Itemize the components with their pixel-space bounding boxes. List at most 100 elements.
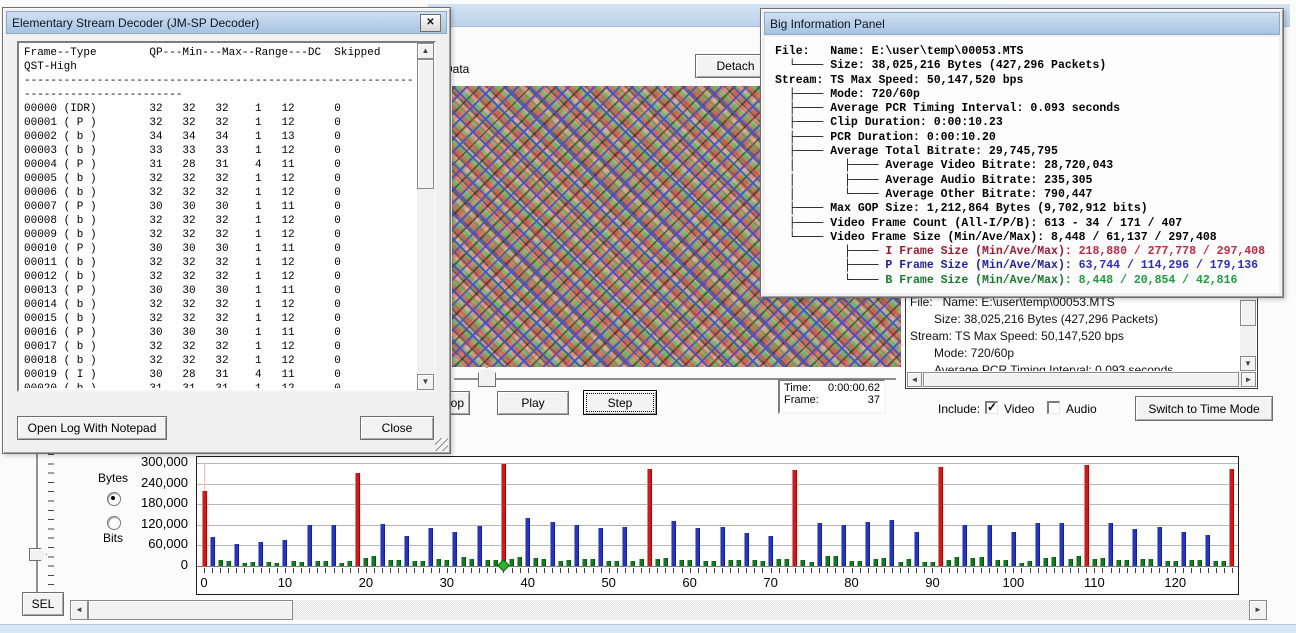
- log-line: ------------------------: [24, 89, 183, 101]
- vslider-track[interactable]: [36, 452, 39, 592]
- x-axis-tick: [916, 568, 918, 573]
- scroll-right-button[interactable]: ►: [1241, 372, 1256, 387]
- stream-info-box[interactable]: File: Name: E:\user\temp\00053.MTS Size: …: [905, 290, 1258, 389]
- scroll-left-button[interactable]: ◄: [907, 372, 922, 387]
- x-axis-tick: [1070, 568, 1072, 573]
- frame-label: Frame:: [784, 394, 819, 406]
- vertical-zoom-slider[interactable]: [24, 450, 58, 594]
- x-axis-tick: [778, 568, 780, 573]
- left-arrow-icon: ◄: [75, 605, 83, 614]
- chart-bar-i-frame: [1083, 464, 1089, 566]
- info-line: ├──── Video Frame Count (All-I/P/B): 613…: [775, 216, 1183, 230]
- chart-bar-p-frame: [719, 526, 725, 566]
- log-line: ----------------------------------------…: [24, 75, 414, 87]
- chart-scroll-right-button[interactable]: ►: [1249, 600, 1267, 620]
- x-axis-tick: [843, 568, 845, 573]
- log-line: 00008 ( b ) 32 32 32 1 12 0: [24, 215, 341, 227]
- chart-gridline: [197, 463, 1238, 464]
- include-audio-checkbox[interactable]: [1047, 401, 1060, 414]
- x-axis-tick: [956, 568, 958, 573]
- big-information-panel-titlebar[interactable]: Big Information Panel: [764, 12, 1280, 35]
- x-axis-tick: [373, 568, 375, 573]
- log-line: 00018 ( b ) 32 32 32 1 12 0: [24, 355, 341, 367]
- chart-hscroll-thumb[interactable]: [88, 600, 293, 620]
- include-label: Include:: [938, 402, 981, 416]
- info-line: Stream: TS Max Speed: 50,147,520 bps: [775, 73, 1024, 87]
- chart-bar-b-frame: [776, 559, 782, 566]
- switch-to-time-mode-button[interactable]: Switch to Time Mode: [1135, 396, 1273, 421]
- chart-bar-p-frame: [1180, 531, 1186, 566]
- x-axis-label: 30: [439, 575, 455, 590]
- chart-bar-b-frame: [1221, 560, 1227, 566]
- x-axis-label: 20: [358, 575, 374, 590]
- play-button[interactable]: Play: [497, 391, 569, 415]
- decoder-window-titlebar[interactable]: Elementary Stream Decoder (JM-SP Decoder…: [6, 11, 447, 34]
- stream-info-vscrollbar[interactable]: ▼: [1240, 292, 1256, 371]
- down-arrow-icon: ▼: [421, 377, 430, 386]
- x-axis-tick: [1159, 568, 1161, 573]
- x-axis-tick: [883, 568, 885, 573]
- chart-bar-b-frame: [1043, 557, 1049, 566]
- log-line: 00003 ( b ) 33 33 33 1 12 0: [24, 145, 341, 157]
- chart-plot[interactable]: 0 10 20 30 40 50 60 70 80 90 100 110 120: [196, 456, 1239, 595]
- scroll-up-button[interactable]: ▲: [417, 43, 434, 59]
- chart-bar-p-frame: [695, 528, 701, 566]
- current-frame-marker[interactable]: [497, 559, 510, 572]
- scroll-down-button[interactable]: ▼: [417, 374, 434, 390]
- x-axis-tick: [276, 568, 278, 573]
- seek-slider-thumb[interactable]: [478, 367, 496, 387]
- x-axis-label: 40: [520, 575, 535, 590]
- time-value: 0:00:00.62: [828, 382, 880, 394]
- step-button[interactable]: Step: [583, 390, 657, 415]
- include-video-checkbox[interactable]: ✓: [985, 401, 998, 414]
- x-axis-tick: [746, 568, 748, 573]
- resize-grip[interactable]: [435, 438, 448, 451]
- chart-bar-b-frame: [1075, 556, 1081, 566]
- chart-bar-i-frame: [1229, 468, 1235, 566]
- chart-bar-p-frame: [1010, 531, 1016, 566]
- y-axis-label: 240,000: [141, 474, 188, 490]
- chart-bar-b-frame: [662, 558, 668, 566]
- vscroll-thumb[interactable]: [1240, 300, 1256, 326]
- chart-bar-b-frame: [1091, 559, 1097, 566]
- decoder-log-vscroll-thumb[interactable]: [417, 59, 434, 189]
- x-axis-tick: [738, 568, 740, 573]
- stream-info-line: Stream: TS Max Speed: 50,147,520 bps: [910, 329, 1124, 343]
- stream-info-line: Size: 38,025,216 Bytes (427,296 Packets): [934, 312, 1159, 326]
- x-axis-tick: [665, 568, 667, 573]
- x-axis-tick: [357, 568, 359, 573]
- chart-bar-b-frame: [808, 562, 814, 566]
- chart-bar-p-frame: [306, 524, 312, 566]
- decoder-log-vscrollbar[interactable]: ▲ ▼: [417, 43, 434, 390]
- chart-bar-p-frame: [1108, 523, 1114, 566]
- chart-hscrollbar[interactable]: ◄ ►: [70, 600, 1267, 620]
- x-axis-tick: [446, 568, 448, 573]
- y-axis-label: 120,000: [141, 515, 188, 531]
- chart-bar-b-frame: [614, 560, 620, 566]
- chart-bar-p-frame: [1205, 535, 1211, 566]
- decoder-log-listbox[interactable]: Frame--Type QP---Min---Max--Range---DC S…: [17, 41, 436, 392]
- x-axis-tick: [220, 568, 222, 573]
- close-window-button[interactable]: ✕: [420, 13, 441, 32]
- chart-gridline: [197, 545, 1238, 547]
- log-line: 00002 ( b ) 34 34 34 1 13 0: [24, 131, 341, 143]
- y-axis-label: 180,000: [141, 495, 188, 511]
- vslider-thumb[interactable]: [29, 548, 47, 561]
- chart-bar-b-frame: [1116, 560, 1122, 566]
- decoder-log: Frame--Type QP---Min---Max--Range---DC S…: [24, 46, 414, 388]
- open-log-button[interactable]: Open Log With Notepad: [17, 416, 167, 440]
- chart-bar-b-frame: [1002, 560, 1008, 566]
- stream-info-hscrollbar[interactable]: ◄ ►: [907, 372, 1256, 387]
- close-button[interactable]: Close: [360, 416, 434, 440]
- x-axis-tick: [1053, 568, 1055, 573]
- x-axis-tick: [972, 568, 974, 573]
- sel-button[interactable]: SEL: [22, 592, 64, 616]
- chart-scroll-left-button[interactable]: ◄: [70, 600, 88, 620]
- log-line: 00004 ( P ) 31 28 31 4 11 0: [24, 159, 341, 171]
- chart-bar-b-frame: [533, 558, 539, 566]
- chart-bar-b-frame: [298, 561, 304, 566]
- scroll-down-button[interactable]: ▼: [1240, 356, 1256, 371]
- hscroll-thumb[interactable]: [923, 372, 1239, 387]
- x-axis-label: 0: [200, 575, 208, 590]
- x-axis-tick: [463, 568, 464, 573]
